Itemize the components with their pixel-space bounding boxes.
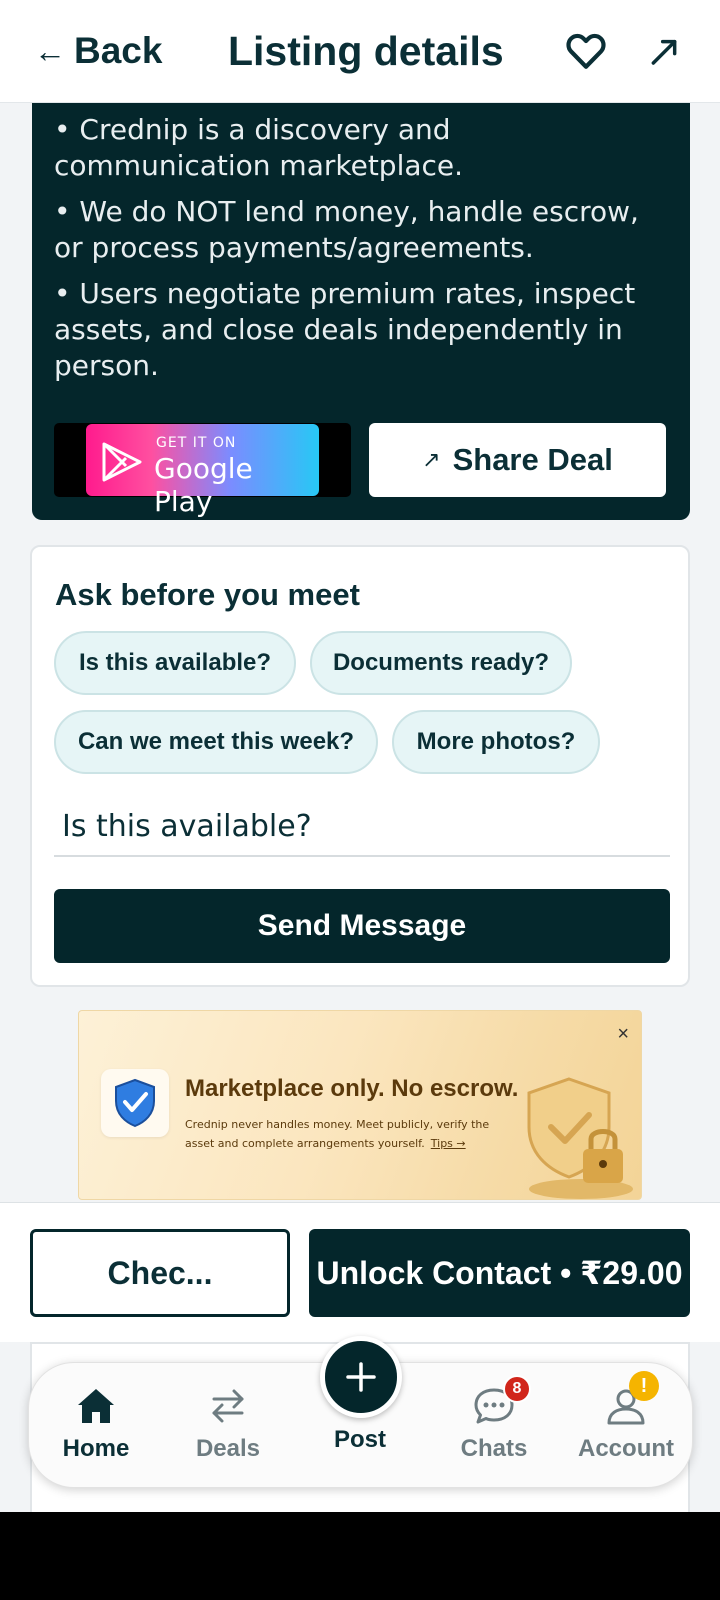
system-navigation-bar [0, 1512, 720, 1600]
google-play-badge: GET IT ON Google Play [86, 424, 319, 518]
page-title: Listing details [228, 28, 504, 74]
quick-question-chip[interactable]: More photos? [392, 710, 600, 774]
google-play-top-text: GET IT ON [156, 435, 237, 451]
banner-text: Crednip never handles money. Meet public… [185, 1118, 490, 1150]
home-icon [41, 1383, 151, 1429]
marketplace-disclaimer-card: • Crednip is a discovery and communicati… [32, 90, 690, 520]
back-label: Back [74, 30, 163, 71]
share-deal-button[interactable]: ↗ Share Deal [369, 423, 666, 497]
nav-label: Chats [460, 1435, 528, 1462]
close-icon[interactable]: × [617, 1023, 629, 1046]
shield-check-icon [101, 1069, 169, 1137]
quick-question-chip[interactable]: Can we meet this week? [54, 710, 378, 774]
no-escrow-banner[interactable]: × Marketplace only. No escrow. Crednip n… [78, 1010, 642, 1200]
lock-shield-illustration [527, 1077, 633, 1199]
back-arrow-icon: ← [34, 32, 66, 69]
unread-count-badge: 8 [503, 1375, 531, 1403]
quick-question-chip[interactable]: Is this available? [54, 631, 296, 695]
google-play-bottom-text: Google Play [154, 452, 253, 518]
user-icon: ! [571, 1371, 681, 1429]
disclaimer-item: • Crednip is a discovery and communicati… [54, 113, 464, 182]
google-play-button[interactable]: GET IT ON Google Play [54, 423, 351, 518]
unlock-contact-button[interactable]: Unlock Contact • ₹29.00 [309, 1229, 690, 1317]
nav-home[interactable]: Home [41, 1383, 151, 1463]
plus-icon [346, 1362, 376, 1392]
play-store-icon [102, 442, 142, 482]
nav-deals[interactable]: Deals [173, 1383, 283, 1463]
share-deal-label: Share Deal [452, 442, 613, 477]
nav-account[interactable]: ! Account [571, 1371, 681, 1463]
disclaimer-list: • Crednip is a discovery and communicati… [54, 112, 664, 394]
share-arrow-icon: ↗ [422, 447, 441, 472]
nav-label: Home [62, 1435, 130, 1462]
swap-icon [173, 1383, 283, 1429]
check-button[interactable]: Chec... [30, 1229, 290, 1317]
nav-label: Account [578, 1435, 674, 1462]
disclaimer-item: • We do NOT lend money, handle escrow, o… [54, 195, 639, 264]
message-input[interactable] [54, 797, 670, 857]
disclaimer-item: • Users negotiate premium rates, inspect… [54, 277, 636, 382]
tips-link[interactable]: Tips → [431, 1137, 466, 1150]
back-button[interactable]: ← Back [34, 30, 162, 72]
post-label: Post [333, 1426, 386, 1453]
bottom-action-bar: Chec... Unlock Contact • ₹29.00 [0, 1202, 720, 1342]
nav-label: Deals [195, 1435, 261, 1462]
quick-question-chip[interactable]: Documents ready? [310, 631, 572, 695]
nav-chats[interactable]: 8 Chats [439, 1375, 549, 1463]
send-message-button[interactable]: Send Message [54, 889, 670, 963]
ask-card-title: Ask before you meet [55, 577, 360, 612]
banner-title: Marketplace only. No escrow. [185, 1075, 519, 1102]
warning-badge: ! [629, 1371, 659, 1401]
ask-before-meet-card: Ask before you meet Is this available? D… [30, 545, 690, 987]
share-arrow-icon[interactable] [648, 30, 680, 72]
top-app-bar: ← Back Listing details [0, 0, 720, 103]
post-button[interactable] [320, 1336, 402, 1418]
heart-icon[interactable] [565, 30, 607, 72]
chat-icon: 8 [439, 1375, 549, 1429]
